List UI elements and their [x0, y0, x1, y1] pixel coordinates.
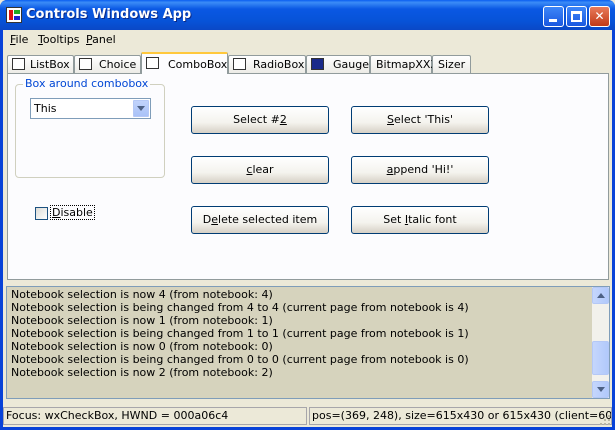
- combobox-value: This: [34, 102, 57, 115]
- gauge-icon: [311, 58, 324, 70]
- log-line: Notebook selection is now 1 (from notebo…: [11, 314, 273, 327]
- disable-checkbox[interactable]: [35, 207, 48, 220]
- append-hi-button[interactable]: append 'Hi!': [351, 156, 489, 184]
- close-button[interactable]: ✕: [589, 6, 610, 27]
- menu-file[interactable]: File: [10, 33, 28, 46]
- log-line: Notebook selection is being changed from…: [11, 353, 469, 366]
- log-line: Notebook selection is now 4 (from notebo…: [11, 288, 273, 301]
- select-this-button[interactable]: Select 'This': [351, 106, 489, 134]
- log-scrollbar[interactable]: [592, 287, 609, 398]
- tab-combobox[interactable]: ComboBox: [141, 52, 228, 74]
- size-grip[interactable]: [599, 414, 611, 426]
- log-textctrl[interactable]: Notebook selection is now 4 (from notebo…: [6, 286, 610, 399]
- scroll-up-button[interactable]: [592, 287, 609, 304]
- chevron-down-icon: [137, 106, 145, 111]
- maximize-button[interactable]: [566, 6, 587, 27]
- combobox-dropdown-button[interactable]: [133, 100, 149, 117]
- log-line: Notebook selection is now 2 (from notebo…: [11, 366, 273, 379]
- scrollbar-thumb[interactable]: [592, 341, 609, 375]
- client-area: File Tooltips Panel ListBox Choice Combo…: [3, 30, 612, 427]
- log-line: Notebook selection is being changed from…: [11, 327, 469, 340]
- window-title: Controls Windows App: [26, 7, 192, 22]
- status-position: pos=(369, 248), size=615x430 or 615x430 …: [309, 407, 612, 425]
- minimize-icon: [549, 19, 557, 22]
- close-icon: ✕: [594, 9, 605, 23]
- tab-radiobox[interactable]: RadioBox: [228, 55, 306, 73]
- app-icon[interactable]: [6, 7, 22, 23]
- log-line: Notebook selection is being changed from…: [11, 301, 469, 314]
- log-line: Notebook selection is now 0 (from notebo…: [11, 340, 273, 353]
- choice-icon: [79, 58, 92, 70]
- combobox-groupbox: Box around combobox This: [15, 77, 165, 178]
- listbox-icon: [12, 58, 25, 70]
- tab-bitmapxxx[interactable]: BitmapXXX: [370, 55, 438, 73]
- disable-checkbox-label[interactable]: Disable: [50, 205, 95, 220]
- tab-gauge[interactable]: Gauge: [306, 55, 370, 73]
- combobox-panel: Box around combobox This Select #2 Selec…: [7, 73, 609, 280]
- title-bar[interactable]: Controls Windows App ✕: [0, 0, 615, 30]
- delete-selected-item-button[interactable]: Delete selected item: [191, 206, 329, 234]
- clear-button[interactable]: clear: [191, 156, 329, 184]
- log-lines: Notebook selection is now 4 (from notebo…: [11, 288, 591, 379]
- menu-tooltips[interactable]: Tooltips: [38, 33, 79, 46]
- tab-listbox[interactable]: ListBox: [7, 55, 74, 73]
- menu-panel[interactable]: Panel: [86, 33, 116, 46]
- minimize-button[interactable]: [543, 6, 564, 27]
- menu-bar: File Tooltips Panel: [3, 30, 612, 49]
- status-focus: Focus: wxCheckBox, HWND = 000a06c4: [3, 407, 307, 425]
- radiobox-icon: [233, 58, 246, 70]
- set-italic-font-button[interactable]: Set Italic font: [351, 206, 489, 234]
- groupbox-label: Box around combobox: [23, 77, 151, 90]
- combobox[interactable]: This: [30, 98, 151, 119]
- scroll-down-button[interactable]: [592, 381, 609, 398]
- tab-sizer[interactable]: Sizer: [432, 55, 471, 73]
- maximize-icon: [571, 11, 582, 22]
- notebook-tabs: ListBox Choice ComboBox RadioBox Gauge B…: [3, 52, 612, 74]
- combobox-icon: [146, 57, 159, 69]
- chevron-down-icon: [597, 387, 605, 392]
- tab-choice[interactable]: Choice: [74, 55, 141, 73]
- select-2-button[interactable]: Select #2: [191, 106, 329, 134]
- status-bar: Focus: wxCheckBox, HWND = 000a06c4 pos=(…: [3, 405, 612, 427]
- chevron-up-icon: [597, 293, 605, 298]
- app-window: Controls Windows App ✕ File Tooltips Pan…: [0, 0, 615, 430]
